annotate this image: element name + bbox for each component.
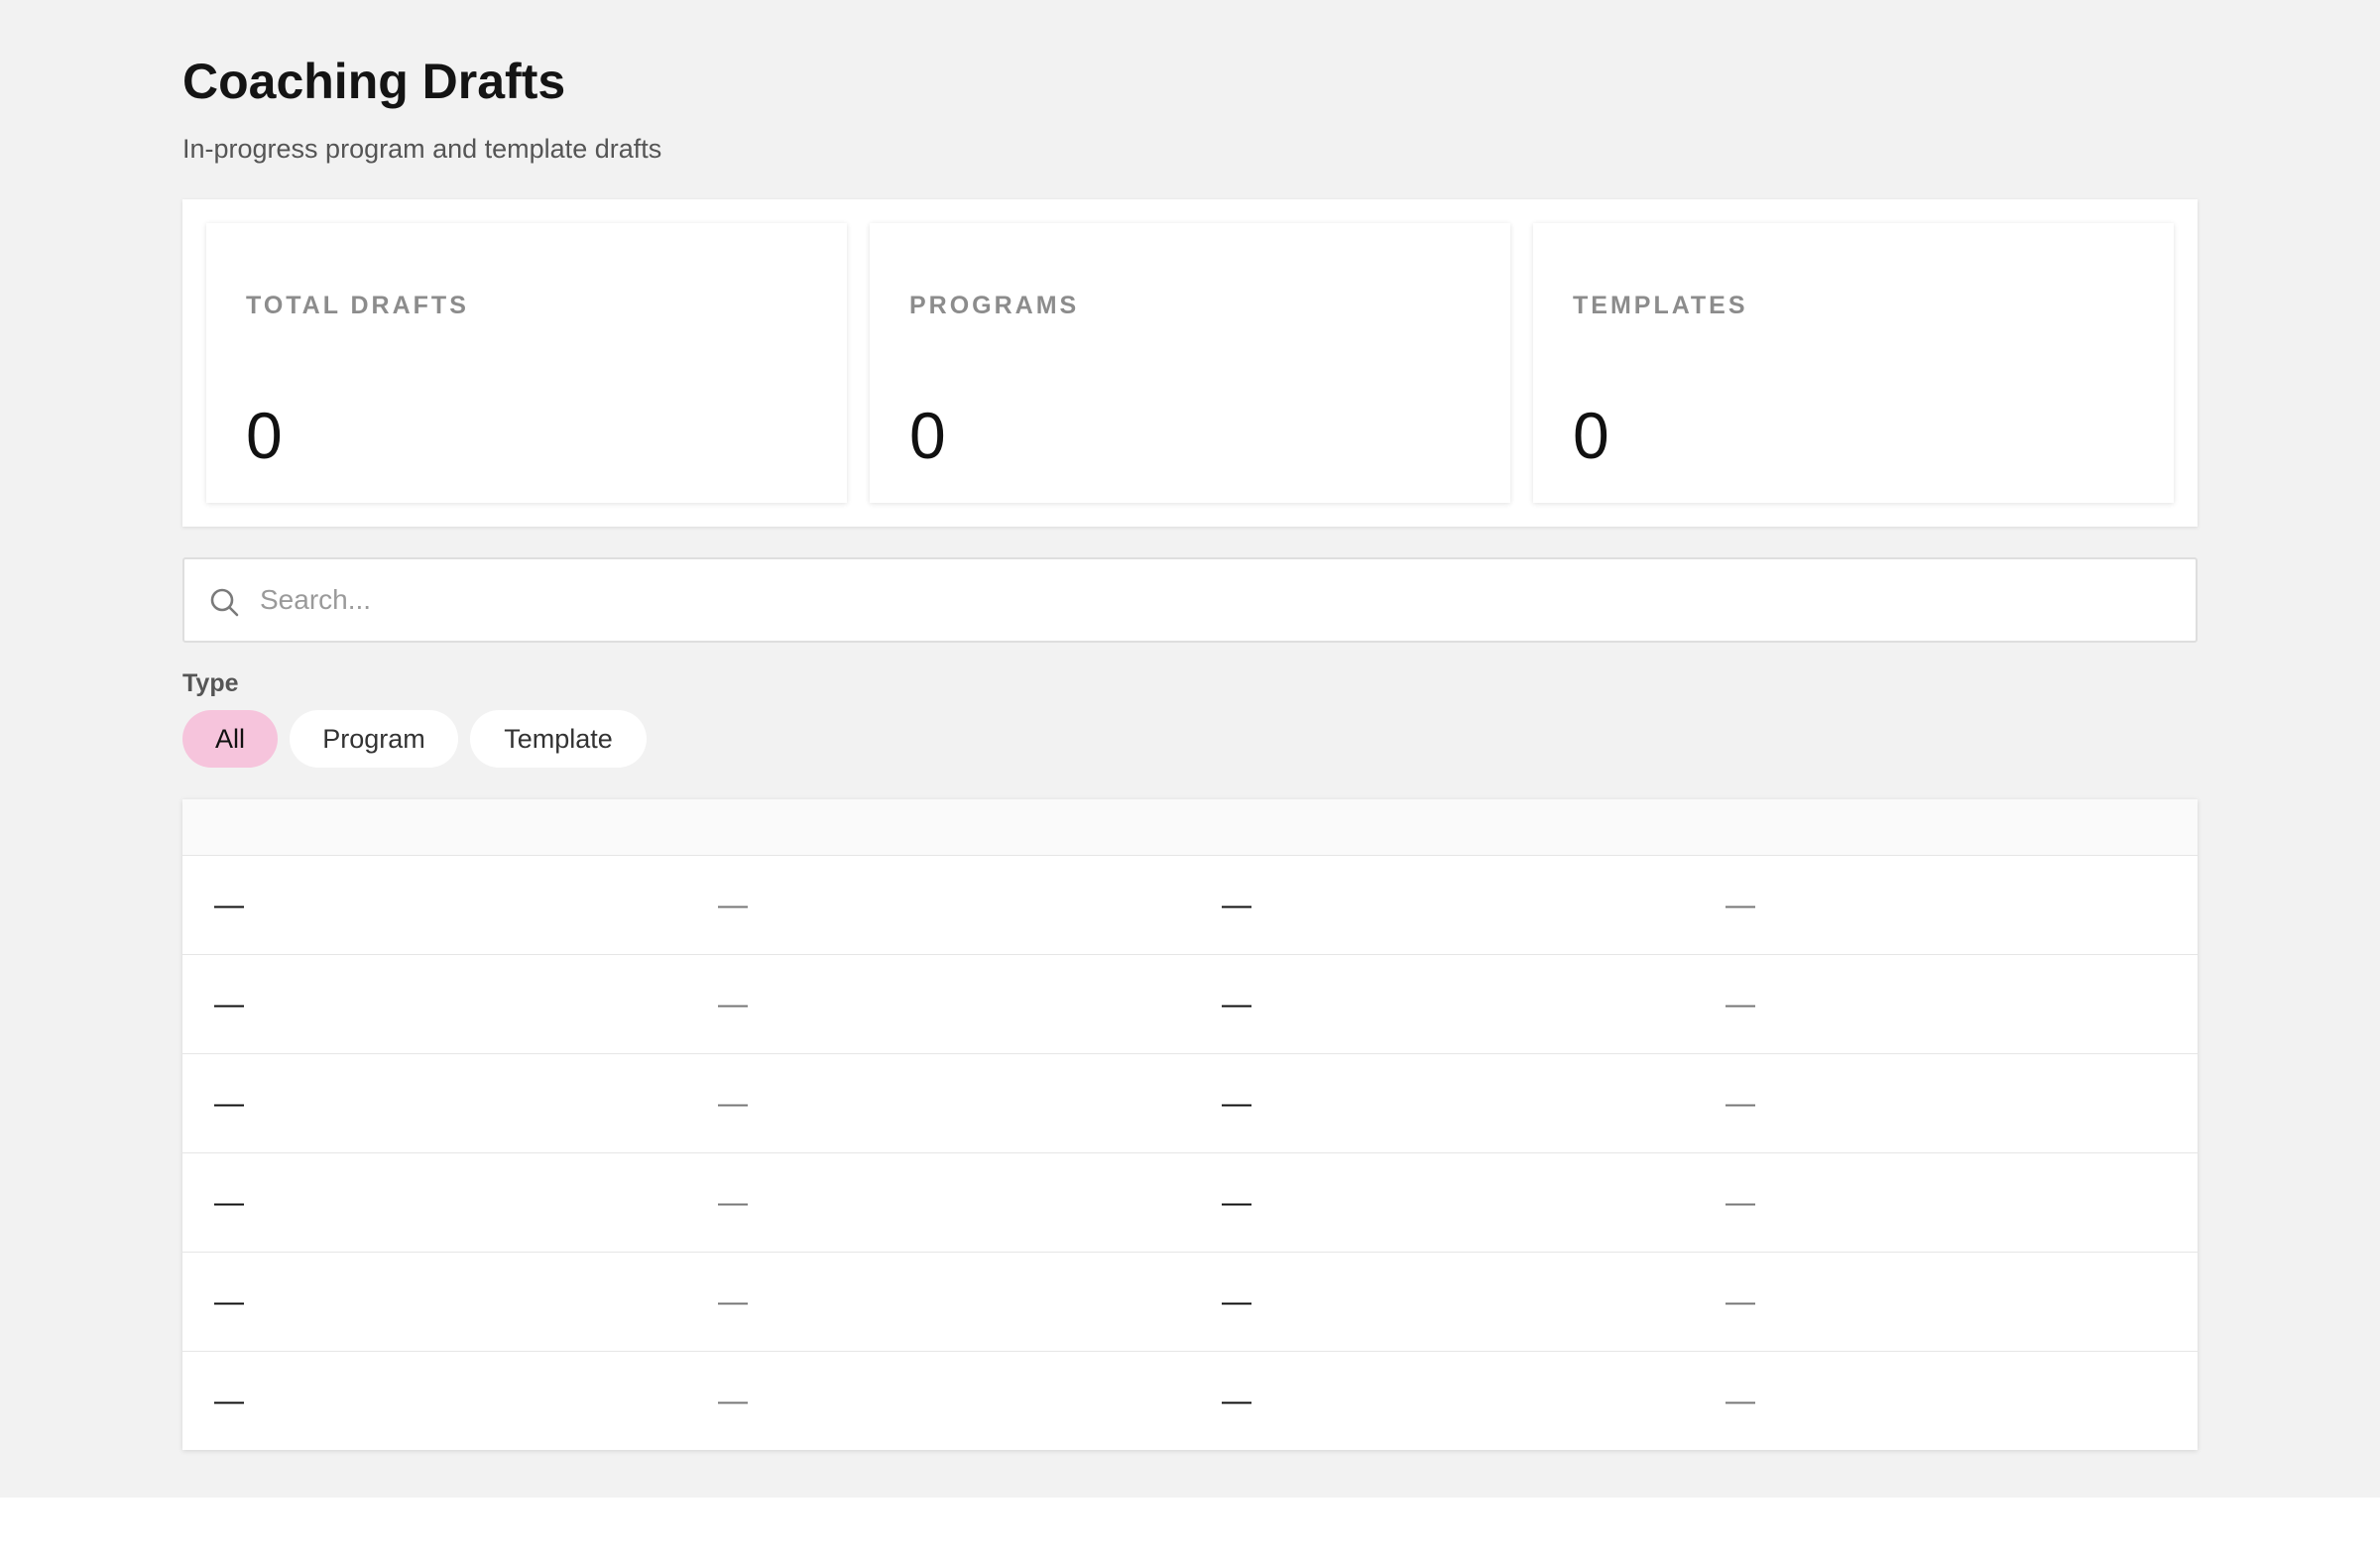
table-row[interactable]: — — — —: [182, 1053, 2198, 1152]
table-cell: —: [1726, 1186, 1755, 1219]
table-cell: —: [214, 1186, 244, 1219]
table-cell: —: [214, 1384, 244, 1417]
drafts-table: — — — — — — — — — — — — — — — — — — — —: [182, 799, 2198, 1450]
table-cell: —: [214, 1087, 244, 1120]
stat-value: 0: [246, 399, 283, 472]
filter-chip-program[interactable]: Program: [290, 710, 458, 768]
table-cell: —: [718, 889, 748, 921]
stat-label: TOTAL DRAFTS: [246, 292, 469, 319]
table-cell: —: [718, 988, 748, 1021]
table-cell: —: [1222, 1285, 1251, 1318]
table-cell: —: [718, 1186, 748, 1219]
table-header: [182, 799, 2198, 855]
table-cell: —: [718, 1384, 748, 1417]
table-cell: —: [1222, 988, 1251, 1021]
table-row[interactable]: — — — —: [182, 1152, 2198, 1252]
table-row[interactable]: — — — —: [182, 1252, 2198, 1351]
filter-chip-all[interactable]: All: [182, 710, 278, 768]
table-row[interactable]: — — — —: [182, 1351, 2198, 1450]
table-cell: —: [718, 1087, 748, 1120]
table-cell: —: [1726, 1087, 1755, 1120]
search-icon: [210, 588, 239, 617]
stat-label: TEMPLATES: [1573, 292, 1748, 319]
stats-panel: TOTAL DRAFTS 0 PROGRAMS 0 TEMPLATES 0: [182, 199, 2198, 527]
stat-card-templates: TEMPLATES 0: [1533, 223, 2174, 503]
stat-value: 0: [1573, 399, 1609, 472]
table-cell: —: [718, 1285, 748, 1318]
table-cell: —: [1222, 1384, 1251, 1417]
table-cell: —: [214, 1285, 244, 1318]
page-subtitle: In-progress program and template drafts: [182, 134, 662, 164]
table-cell: —: [1726, 889, 1755, 921]
page-title: Coaching Drafts: [182, 54, 566, 109]
stat-label: PROGRAMS: [909, 292, 1080, 319]
stat-value: 0: [909, 399, 946, 472]
type-filter-label: Type: [182, 669, 239, 697]
table-cell: —: [214, 889, 244, 921]
filter-chip-template[interactable]: Template: [470, 710, 647, 768]
table-cell: —: [1726, 1384, 1755, 1417]
table-cell: —: [1726, 988, 1755, 1021]
search-box[interactable]: [182, 557, 2198, 643]
table-cell: —: [1726, 1285, 1755, 1318]
table-cell: —: [1222, 1186, 1251, 1219]
table-row[interactable]: — — — —: [182, 855, 2198, 954]
table-row[interactable]: — — — —: [182, 954, 2198, 1053]
table-cell: —: [214, 988, 244, 1021]
stat-card-total-drafts: TOTAL DRAFTS 0: [206, 223, 847, 503]
search-input[interactable]: [260, 559, 2174, 641]
stat-card-programs: PROGRAMS 0: [870, 223, 1510, 503]
table-cell: —: [1222, 1087, 1251, 1120]
table-cell: —: [1222, 889, 1251, 921]
